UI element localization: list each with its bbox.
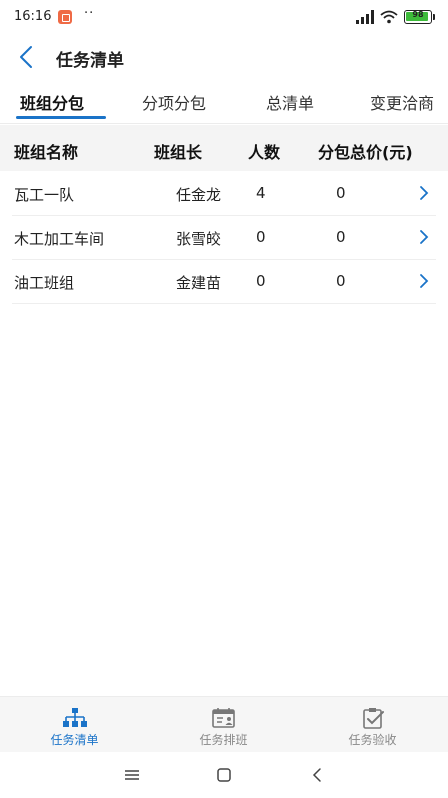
chevron-right-icon[interactable]: [418, 228, 430, 246]
menu-icon[interactable]: [122, 766, 142, 784]
battery-level: 98: [412, 10, 424, 19]
active-tab-indicator: [16, 116, 106, 119]
team-name: 木工加工车间: [14, 230, 105, 248]
nav-label: 任务清单: [50, 733, 99, 747]
battery-cap: [433, 14, 435, 20]
tab-master-list[interactable]: 总清单: [266, 90, 314, 114]
column-header-team-name: 班组名称: [14, 143, 79, 162]
nav-task-acceptance[interactable]: 任务验收: [298, 697, 447, 753]
title-bar: 任务清单: [0, 34, 448, 80]
home-icon[interactable]: [214, 766, 234, 784]
table-row[interactable]: 瓦工一队 任金龙 4 0: [12, 172, 436, 216]
table-header: 班组名称 班组长 人数 分包总价(元): [0, 125, 448, 171]
back-button[interactable]: [10, 40, 44, 74]
member-count: 0: [256, 272, 266, 290]
status-dots: ··: [84, 6, 95, 21]
status-bar: 16:16 ·· 98: [0, 0, 448, 34]
member-count: 0: [256, 228, 266, 246]
nav-task-list[interactable]: 任务清单: [0, 697, 149, 753]
table-row[interactable]: 油工班组 金建苗 0 0: [12, 260, 436, 304]
tab-team-subcontract[interactable]: 班组分包: [20, 90, 84, 114]
total-price: 0: [336, 272, 346, 290]
app-notification-icon: [58, 10, 72, 24]
team-name: 油工班组: [14, 274, 75, 292]
org-chart-icon: [63, 708, 87, 727]
tab-change-negotiation[interactable]: 变更洽商: [370, 90, 434, 114]
tab-item-subcontract[interactable]: 分项分包: [142, 90, 206, 114]
table-row[interactable]: 木工加工车间 张雪皎 0 0: [12, 216, 436, 260]
bottom-nav: 任务清单 任务排班 任务验收: [0, 696, 448, 752]
team-leader: 金建苗: [176, 274, 222, 292]
total-price: 0: [336, 228, 346, 246]
column-header-leader: 班组长: [154, 143, 203, 162]
nav-task-schedule[interactable]: 任务排班: [149, 697, 298, 753]
chevron-left-icon: [20, 46, 32, 68]
team-leader: 张雪皎: [176, 230, 222, 248]
battery-icon: 98: [404, 10, 435, 24]
tab-bar: 班组分包 分项分包 总清单 变更洽商: [0, 80, 448, 124]
back-nav-icon[interactable]: [308, 766, 328, 784]
cellular-signal-icon: [356, 10, 374, 24]
chevron-right-icon[interactable]: [418, 272, 430, 290]
column-header-count: 人数: [248, 143, 281, 162]
status-time: 16:16: [14, 9, 52, 24]
system-nav-bar: [0, 752, 448, 798]
team-leader: 任金龙: [176, 186, 222, 204]
wifi-icon: [380, 10, 398, 24]
total-price: 0: [336, 184, 346, 202]
column-header-total-price: 分包总价(元): [318, 143, 413, 162]
clipboard-check-icon: [363, 708, 384, 729]
chevron-right-icon[interactable]: [418, 184, 430, 202]
member-count: 4: [256, 184, 266, 202]
page-title: 任务清单: [56, 51, 124, 71]
team-name: 瓦工一队: [14, 186, 75, 204]
nav-label: 任务排班: [199, 733, 248, 747]
nav-label: 任务验收: [348, 733, 397, 747]
calendar-person-icon: [212, 708, 235, 728]
